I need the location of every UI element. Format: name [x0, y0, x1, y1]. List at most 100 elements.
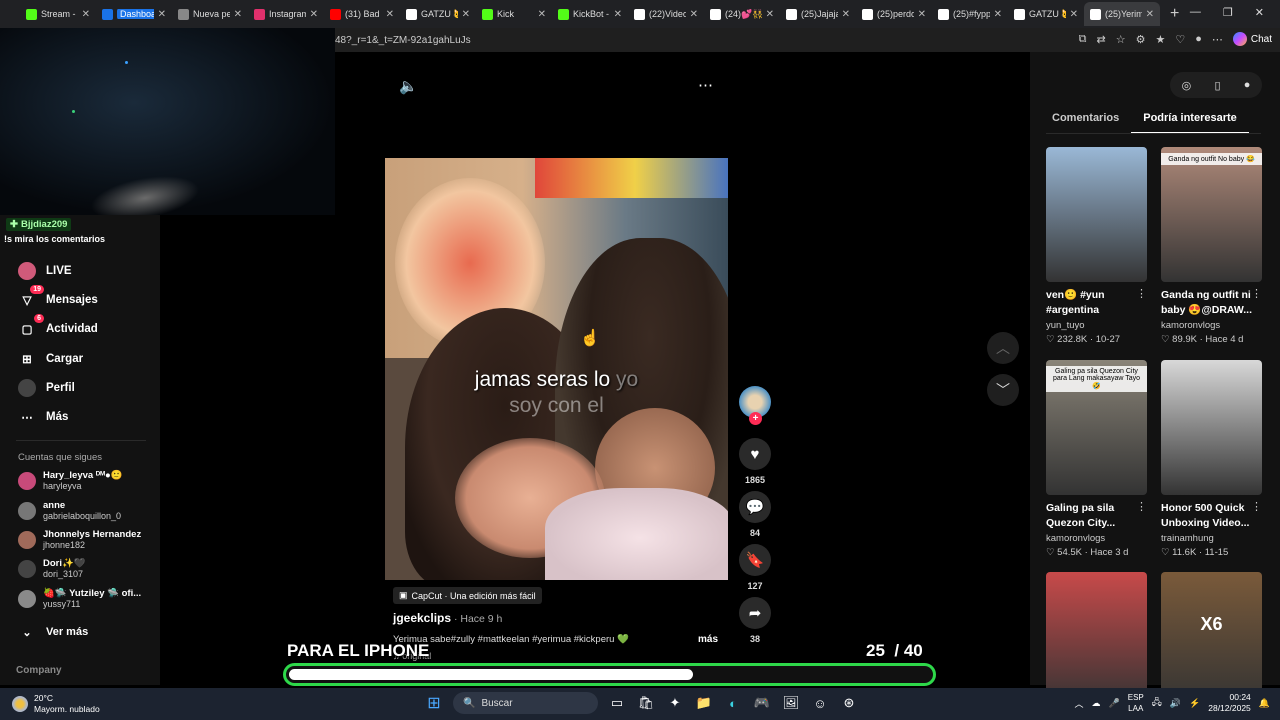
volume-tray-icon[interactable]: 🔊 — [1170, 698, 1181, 709]
tab-close-icon[interactable]: ✕ — [994, 9, 1002, 20]
suggested-video-card[interactable]: Galing pa sila Quezon City para Lang mak… — [1046, 360, 1147, 558]
favorite-star-icon[interactable]: ☆ — [1116, 33, 1126, 46]
address-bar[interactable]: 48?_r=1&_t=ZM-92a1gahLuJs ⧉ ⇄ ☆ ⚙ ★ ♡ ● … — [335, 28, 1280, 52]
capcut-badge[interactable]: ▣ CapCut · Una edición más fácil — [393, 587, 542, 604]
browser-tab[interactable]: (25)perdo ✕ — [856, 2, 932, 26]
follow-plus-icon[interactable]: + — [749, 412, 762, 425]
network-icon[interactable]: 🖧 — [1152, 695, 1162, 711]
browser-tab[interactable]: (25)Jajaja ✕ — [780, 2, 856, 26]
tab-close-icon[interactable]: ✕ — [690, 9, 698, 20]
more-description-button[interactable]: más — [698, 634, 718, 645]
browser-tab[interactable]: Kick ✕ — [476, 2, 552, 26]
card-more-icon[interactable]: ⋮ — [1251, 500, 1262, 513]
tab-suggested[interactable]: Podría interesarte — [1131, 108, 1249, 134]
video-thumbnail[interactable] — [1161, 360, 1262, 495]
maximize-icon[interactable]: ❐ — [1223, 6, 1233, 19]
paint-app-icon[interactable]: 🖼 — [781, 693, 801, 713]
tray-chevron-icon[interactable]: ︿ — [1075, 697, 1084, 710]
tab-close-icon[interactable]: ✕ — [1070, 9, 1078, 20]
tab-close-icon[interactable]: ✕ — [310, 9, 318, 20]
close-window-icon[interactable]: ✕ — [1255, 6, 1264, 19]
card-more-icon[interactable]: ⋮ — [1136, 287, 1147, 300]
sidebar-item-actividad[interactable]: ▢ 6 Actividad — [18, 314, 98, 338]
extensions-icon[interactable]: ⚙ — [1136, 33, 1146, 46]
like-button[interactable]: ♥ — [739, 438, 771, 470]
suggested-video-card[interactable]: Ganda ng outfit No baby 😂 Ganda ng outfit… — [1161, 147, 1262, 345]
more-options-icon[interactable]: ⋯ — [698, 76, 713, 94]
video-thumbnail[interactable] — [1046, 572, 1147, 707]
discord-icon[interactable]: 🎮 — [752, 693, 772, 713]
following-item[interactable]: 🍓🛸 Yutziley 🛸 ofi... yussy711 — [18, 588, 141, 610]
comment-button[interactable]: 💬 — [739, 491, 771, 523]
browser-tab[interactable]: Stream - K ✕ — [20, 2, 96, 26]
following-item[interactable]: Hary_leyva ᴰᴹ●🙂 haryleyva — [18, 470, 123, 492]
compass-icon[interactable]: ◎ — [1182, 79, 1192, 92]
browser-tab[interactable]: (24)💕👯 ✕ — [704, 2, 780, 26]
url-text[interactable]: 48?_r=1&_t=ZM-92a1gahLuJs — [335, 35, 471, 46]
weather-widget[interactable]: 20°C Mayorm. nublado — [12, 693, 100, 715]
suggested-video-card[interactable]: Honor 500 Quick Unboxing Video... trainam… — [1161, 360, 1262, 558]
profile-avatar-icon[interactable]: ● — [1195, 33, 1202, 45]
taskbar-search[interactable]: 🔍 Buscar — [453, 692, 598, 714]
sidebar-item-cargar[interactable]: ⊞ Cargar — [18, 350, 83, 368]
edge-browser-icon[interactable]: ◐ — [723, 693, 743, 713]
card-more-icon[interactable]: ⋮ — [1251, 287, 1262, 300]
user-avatar-icon[interactable]: ● — [1244, 79, 1251, 91]
file-explorer-icon[interactable]: 📁 — [694, 693, 714, 713]
copilot-app-icon[interactable]: ✦ — [665, 693, 685, 713]
clock[interactable]: 00:24 28/12/2025 — [1208, 692, 1251, 714]
card-username[interactable]: kamoronvlogs — [1046, 533, 1147, 544]
video-thumbnail[interactable]: Galing pa sila Quezon City para Lang mak… — [1046, 360, 1147, 495]
creator-avatar[interactable]: + — [739, 386, 771, 425]
browser-tab[interactable]: GATZU 🐱 ✕ — [1008, 2, 1084, 26]
sidebar-item-ms[interactable]: ⋯ Más — [18, 408, 68, 426]
browser-tab[interactable]: Instagram ✕ — [248, 2, 324, 26]
card-username[interactable]: yun_tuyo — [1046, 320, 1147, 331]
card-more-icon[interactable]: ⋮ — [1136, 500, 1147, 513]
tab-close-icon[interactable]: ✕ — [766, 9, 774, 20]
browser-tab[interactable]: KickBot - K ✕ — [552, 2, 628, 26]
browser-tab[interactable]: Nueva pe ✕ — [172, 2, 248, 26]
open-app-icon[interactable]: ⧉ — [1079, 33, 1087, 46]
battery-icon[interactable]: ⚡ — [1189, 698, 1200, 709]
author-name[interactable]: jgeekclips — [393, 611, 451, 625]
copilot-icon[interactable]: ♡ — [1175, 33, 1185, 46]
tab-close-icon[interactable]: ✕ — [158, 9, 166, 20]
company-link[interactable]: Company — [16, 665, 62, 676]
tab-close-icon[interactable]: ✕ — [1146, 9, 1154, 20]
tab-close-icon[interactable]: ✕ — [614, 9, 622, 20]
video-thumbnail[interactable]: X6 — [1161, 572, 1262, 707]
card-title[interactable]: ven🙂 #yun #argentina — [1046, 288, 1147, 318]
video-player[interactable]: jamas seras lo yo soy con el — [385, 158, 728, 580]
tab-close-icon[interactable]: ✕ — [538, 9, 546, 20]
card-username[interactable]: kamoronvlogs — [1161, 320, 1262, 331]
language-indicator[interactable]: ESP LAA — [1128, 692, 1144, 714]
following-item[interactable]: Dori✨🖤 dori_3107 — [18, 558, 86, 580]
browser-menu-icon[interactable]: ⋯ — [1212, 33, 1223, 46]
tab-close-icon[interactable]: ✕ — [918, 9, 926, 20]
card-title[interactable]: Honor 500 Quick Unboxing Video... — [1161, 501, 1262, 531]
suggested-video-card[interactable]: X6 — [1161, 572, 1262, 707]
following-item[interactable]: anne gabrielaboquillon_0 — [18, 500, 121, 522]
translate-icon[interactable]: ⇄ — [1097, 33, 1106, 46]
video-author[interactable]: jgeekclips · Hace 9 h — [393, 611, 502, 625]
browser-tab[interactable]: (25)Yerim ✕ — [1084, 2, 1160, 26]
following-item[interactable]: Jhonnelys Hernandez jhonne182 — [18, 529, 141, 551]
recording-app-icon[interactable]: ⊛ — [839, 693, 859, 713]
microphone-icon[interactable]: 🎤 — [1109, 698, 1120, 709]
suggested-video-card[interactable]: ven🙂 #yun #argentina yun_tuyo ♡ 232.8K · 1… — [1046, 147, 1147, 345]
tab-close-icon[interactable]: ✕ — [386, 9, 394, 20]
suggested-video-card[interactable] — [1046, 572, 1147, 707]
phone-icon[interactable]: ▯ — [1214, 79, 1220, 92]
card-title[interactable]: Ganda ng outfit ni baby 😍@DRAW... — [1161, 288, 1262, 318]
browser-tab[interactable]: Dashboard ✕ — [96, 2, 172, 26]
card-title[interactable]: Galing pa sila Quezon City... — [1046, 501, 1147, 531]
card-username[interactable]: trainamhung — [1161, 533, 1262, 544]
share-button[interactable]: ➦ — [739, 597, 771, 629]
collections-icon[interactable]: ★ — [1155, 33, 1165, 46]
next-video-button[interactable]: ﹀ — [987, 374, 1019, 406]
tab-close-icon[interactable]: ✕ — [842, 9, 850, 20]
tab-close-icon[interactable]: ✕ — [82, 9, 90, 20]
previous-video-button[interactable]: ︿ — [987, 332, 1019, 364]
see-more-button[interactable]: ⌄ Ver más — [18, 623, 88, 641]
